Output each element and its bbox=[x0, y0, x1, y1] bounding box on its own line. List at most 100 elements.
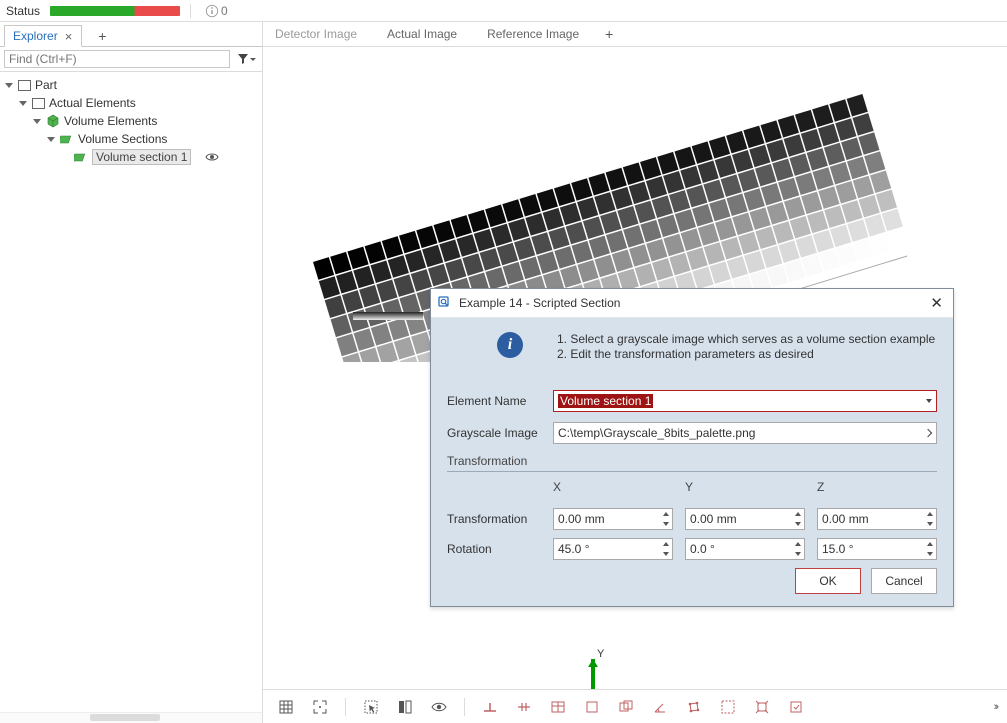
tool-plane-1[interactable] bbox=[475, 694, 505, 720]
value: 0.00 mm bbox=[558, 512, 605, 526]
plane-icon bbox=[482, 699, 498, 715]
down-icon[interactable] bbox=[663, 522, 669, 526]
grid-icon bbox=[278, 699, 294, 715]
tab-actual-image[interactable]: Actual Image bbox=[383, 25, 461, 43]
up-icon[interactable] bbox=[663, 512, 669, 516]
down-icon[interactable] bbox=[927, 552, 933, 556]
magnifier-icon bbox=[437, 295, 453, 311]
tool-angle[interactable] bbox=[645, 694, 675, 720]
col-z: Z bbox=[817, 480, 937, 494]
translation-z[interactable]: 0.00 mm bbox=[817, 508, 937, 530]
expand-icon[interactable] bbox=[4, 80, 14, 90]
section-icon bbox=[60, 132, 74, 146]
element-name-value: Volume section 1 bbox=[558, 394, 653, 408]
folder-icon bbox=[32, 98, 45, 109]
row-translation: Transformation 0.00 mm 0.00 mm 0.00 mm bbox=[447, 508, 937, 530]
tool-fit[interactable] bbox=[305, 694, 335, 720]
translation-x[interactable]: 0.00 mm bbox=[553, 508, 673, 530]
value: 0.0 ° bbox=[690, 542, 715, 556]
expand-icon[interactable] bbox=[18, 98, 28, 108]
dialog-body: i 1. Select a grayscale image which serv… bbox=[431, 318, 953, 606]
part-icon bbox=[18, 80, 31, 91]
expand-icon[interactable] bbox=[46, 134, 56, 144]
new-viewport-tab[interactable]: + bbox=[605, 26, 613, 42]
down-icon[interactable] bbox=[795, 522, 801, 526]
status-label: Status bbox=[6, 4, 44, 18]
tool-crop-in[interactable] bbox=[781, 694, 811, 720]
tab-explorer[interactable]: Explorer × bbox=[4, 25, 82, 47]
section-icon bbox=[618, 699, 634, 715]
tool-grid[interactable] bbox=[271, 694, 301, 720]
filter-button[interactable] bbox=[234, 49, 258, 69]
crop-icon bbox=[788, 699, 804, 715]
sidebar-scrollbar[interactable] bbox=[0, 712, 262, 723]
translation-y[interactable]: 0.00 mm bbox=[685, 508, 805, 530]
tree-volume-section-1[interactable]: Volume section 1 bbox=[4, 148, 262, 166]
tool-plane-3[interactable] bbox=[543, 694, 573, 720]
bbox-icon bbox=[720, 699, 736, 715]
up-icon[interactable] bbox=[663, 542, 669, 546]
tool-pointer[interactable] bbox=[356, 694, 386, 720]
expand-icon[interactable] bbox=[32, 116, 42, 126]
tool-plane-2[interactable] bbox=[509, 694, 539, 720]
down-icon[interactable] bbox=[927, 522, 933, 526]
eye-icon bbox=[431, 699, 447, 715]
value: 0.00 mm bbox=[690, 512, 737, 526]
tree-part[interactable]: Part bbox=[4, 76, 262, 94]
rotation-z[interactable]: 15.0 ° bbox=[817, 538, 937, 560]
search-row bbox=[0, 47, 262, 72]
fit-icon bbox=[312, 699, 328, 715]
row-col-headers: X Y Z bbox=[447, 480, 937, 500]
transformation-section-label: Transformation bbox=[447, 454, 937, 468]
divider bbox=[190, 4, 191, 18]
tab-reference-image[interactable]: Reference Image bbox=[483, 25, 583, 43]
info-count-value: 0 bbox=[221, 4, 228, 18]
down-icon[interactable] bbox=[795, 552, 801, 556]
tool-visibility[interactable] bbox=[424, 694, 454, 720]
element-name-field[interactable]: Volume section 1 bbox=[553, 390, 937, 412]
grayscale-label: Grayscale Image bbox=[447, 426, 541, 440]
tool-bbox[interactable] bbox=[713, 694, 743, 720]
rotation-x[interactable]: 45.0 ° bbox=[553, 538, 673, 560]
pointer-icon bbox=[363, 699, 379, 715]
tree-volume-sections[interactable]: Volume Sections bbox=[4, 130, 262, 148]
up-icon[interactable] bbox=[927, 542, 933, 546]
dialog-intro-line2: 2. Edit the transformation parameters as… bbox=[557, 347, 935, 362]
ok-button[interactable]: OK bbox=[795, 568, 861, 594]
element-name-label: Element Name bbox=[447, 394, 541, 408]
row-grayscale: Grayscale Image C:\temp\Grayscale_8bits_… bbox=[447, 422, 937, 444]
separator bbox=[464, 698, 465, 716]
overflow-button[interactable]: ›› bbox=[992, 701, 999, 713]
explorer-tree: Part Actual Elements Volume Elements Vol bbox=[0, 72, 262, 712]
up-icon[interactable] bbox=[927, 512, 933, 516]
tool-compare[interactable] bbox=[390, 694, 420, 720]
close-icon[interactable]: × bbox=[62, 30, 76, 43]
tool-poly[interactable] bbox=[679, 694, 709, 720]
tab-detector-image[interactable]: Detector Image bbox=[271, 25, 361, 43]
tree-actual-elements[interactable]: Actual Elements bbox=[4, 94, 262, 112]
tool-section-double[interactable] bbox=[611, 694, 641, 720]
tool-section-single[interactable] bbox=[577, 694, 607, 720]
dialog-titlebar[interactable]: Example 14 - Scripted Section ✕ bbox=[431, 289, 953, 318]
viewport-toolbar: ›› bbox=[263, 689, 1007, 723]
eye-icon bbox=[205, 150, 219, 164]
tree-volume-elements[interactable]: Volume Elements bbox=[4, 112, 262, 130]
tool-crop-out[interactable] bbox=[747, 694, 777, 720]
value: 15.0 ° bbox=[822, 542, 854, 556]
close-icon[interactable]: ✕ bbox=[926, 294, 947, 312]
info-count[interactable]: 0 bbox=[205, 4, 228, 18]
up-icon[interactable] bbox=[795, 542, 801, 546]
grayscale-field[interactable]: C:\temp\Grayscale_8bits_palette.png bbox=[553, 422, 937, 444]
new-tab-button[interactable]: + bbox=[90, 26, 114, 46]
cancel-button[interactable]: Cancel bbox=[871, 568, 937, 594]
tree-label: Actual Elements bbox=[49, 96, 136, 110]
rotation-y[interactable]: 0.0 ° bbox=[685, 538, 805, 560]
up-icon[interactable] bbox=[795, 512, 801, 516]
value: 45.0 ° bbox=[558, 542, 590, 556]
chevron-down-icon bbox=[926, 399, 932, 403]
visibility-toggle[interactable] bbox=[205, 150, 219, 164]
section-icon bbox=[74, 150, 88, 164]
scrollbar-thumb[interactable] bbox=[90, 714, 160, 721]
down-icon[interactable] bbox=[663, 552, 669, 556]
search-input[interactable] bbox=[4, 50, 230, 68]
